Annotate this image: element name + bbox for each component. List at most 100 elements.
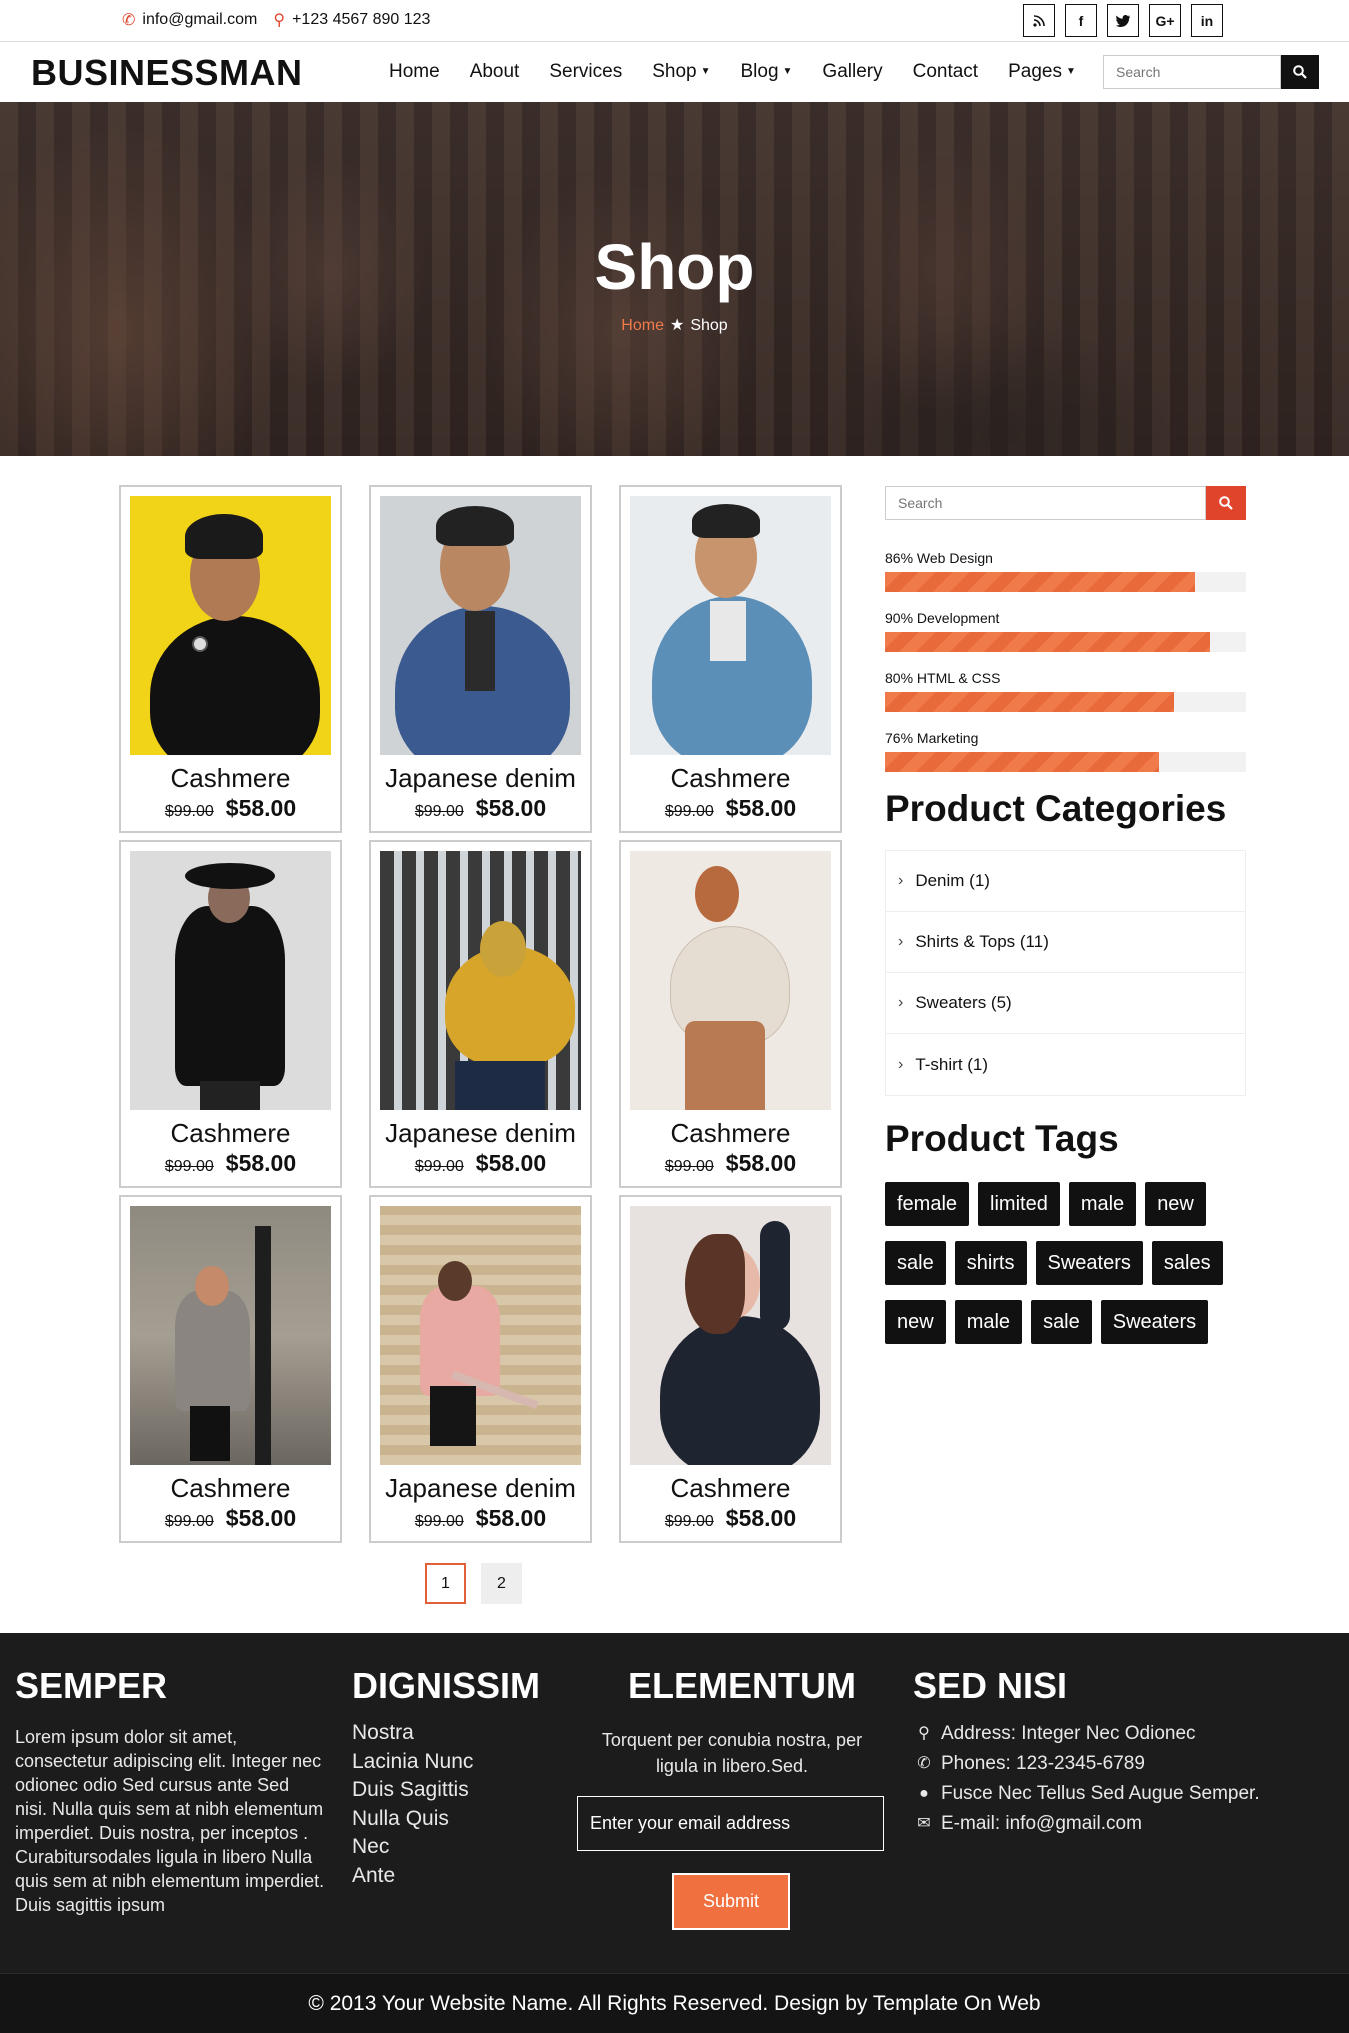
product-image[interactable] <box>380 496 581 755</box>
product-card[interactable]: Cashmere $99.00 $58.00 <box>119 1195 342 1543</box>
envelope-icon: ✉ <box>917 1815 931 1832</box>
product-prices: $99.00 $58.00 <box>121 1150 340 1177</box>
footer-email[interactable]: E-mail: info@gmail.com <box>941 1809 1142 1839</box>
header-search-button[interactable] <box>1281 55 1319 89</box>
tag-item[interactable]: Sweaters <box>1035 1241 1143 1285</box>
footer-link[interactable]: Lacinia Nunc <box>352 1748 473 1777</box>
tag-item[interactable]: sales <box>1151 1241 1223 1285</box>
product-image[interactable] <box>630 496 831 755</box>
product-name[interactable]: Cashmere <box>121 1473 340 1504</box>
footer-heading: SED NISI <box>913 1665 1068 1706</box>
topbar-phone[interactable]: +123 4567 890 123 <box>292 11 430 29</box>
nav-services[interactable]: Services <box>549 61 622 83</box>
header-search-input[interactable] <box>1103 55 1281 89</box>
caret-down-icon: ▼ <box>700 66 711 78</box>
breadcrumb-home[interactable]: Home <box>621 317 664 334</box>
twitter-icon[interactable] <box>1107 4 1139 37</box>
price: $58.00 <box>725 1505 797 1531</box>
skill-bar: 86% Web Design <box>885 550 1246 592</box>
tag-item[interactable]: limited <box>978 1182 1060 1226</box>
category-item[interactable]: › Shirts & Tops (11) <box>886 912 1245 973</box>
page-1[interactable]: 1 <box>425 1563 466 1604</box>
sidebar-search-button[interactable] <box>1206 486 1246 520</box>
newsletter-email-input[interactable] <box>577 1796 884 1851</box>
product-name[interactable]: Cashmere <box>621 1118 840 1149</box>
product-card[interactable]: Japanese denim $99.00 $58.00 <box>369 1195 592 1543</box>
footer-link[interactable]: Nostra <box>352 1719 473 1748</box>
linkedin-icon[interactable]: in <box>1191 4 1223 37</box>
nav-contact[interactable]: Contact <box>913 61 978 83</box>
product-name[interactable]: Cashmere <box>621 1473 840 1504</box>
product-card[interactable]: Cashmere $99.00 $58.00 <box>119 840 342 1188</box>
product-prices: $99.00 $58.00 <box>621 795 840 822</box>
tag-item[interactable]: sale <box>1031 1300 1092 1344</box>
footer-link[interactable]: Ante <box>352 1862 473 1891</box>
price: $58.00 <box>225 1150 297 1176</box>
newsletter-submit-button[interactable]: Submit <box>672 1873 790 1930</box>
product-name[interactable]: Cashmere <box>621 763 840 794</box>
product-card[interactable]: Cashmere $99.00 $58.00 <box>619 1195 842 1543</box>
tags-heading: Product Tags <box>885 1118 1119 1159</box>
product-card[interactable]: Japanese denim $99.00 $58.00 <box>369 485 592 833</box>
product-image[interactable] <box>380 851 581 1110</box>
product-image[interactable] <box>630 851 831 1110</box>
footer-person: Fusce Nec Tellus Sed Augue Semper. <box>941 1783 1260 1804</box>
main-nav: Home About Services Shop ▼ Blog ▼ Gallery … <box>389 61 1106 83</box>
product-prices: $99.00 $58.00 <box>121 795 340 822</box>
footer-link[interactable]: Nulla Quis <box>352 1805 473 1834</box>
product-name[interactable]: Cashmere <box>121 1118 340 1149</box>
footer-link[interactable]: Duis Sagittis <box>352 1776 473 1805</box>
footer-link[interactable]: Nec <box>352 1833 473 1862</box>
skill-fill <box>885 572 1196 592</box>
nav-pages[interactable]: Pages ▼ <box>1008 61 1076 83</box>
nav-gallery[interactable]: Gallery <box>822 61 882 83</box>
skill-bar: 90% Development <box>885 610 1246 652</box>
product-card[interactable]: Cashmere $99.00 $58.00 <box>619 840 842 1188</box>
tag-item[interactable]: female <box>885 1182 970 1226</box>
nav-about[interactable]: About <box>470 61 520 83</box>
topbar-email[interactable]: info@gmail.com <box>142 11 257 29</box>
site-logo[interactable]: BUSINESSMAN <box>31 52 303 94</box>
category-item[interactable]: › Denim (1) <box>886 851 1245 912</box>
footer-heading: DIGNISSIM <box>352 1665 541 1706</box>
header-search <box>1103 55 1319 89</box>
product-image[interactable] <box>130 851 331 1110</box>
category-item[interactable]: › Sweaters (5) <box>886 973 1245 1034</box>
product-image[interactable] <box>630 1206 831 1465</box>
caret-down-icon: ▼ <box>1065 66 1076 78</box>
footer-address: Address: Integer Nec Odionec <box>941 1723 1196 1744</box>
product-name[interactable]: Cashmere <box>121 763 340 794</box>
product-prices: $99.00 $58.00 <box>371 795 590 822</box>
product-card[interactable]: Japanese denim $99.00 $58.00 <box>369 840 592 1188</box>
price: $58.00 <box>475 1505 547 1531</box>
tag-item[interactable]: new <box>1145 1182 1206 1226</box>
tag-item[interactable]: male <box>1068 1182 1137 1226</box>
tag-item[interactable]: new <box>885 1300 946 1344</box>
product-card[interactable]: Cashmere $99.00 $58.00 <box>619 485 842 833</box>
product-name[interactable]: Japanese denim <box>371 1118 590 1149</box>
nav-shop[interactable]: Shop ▼ <box>652 61 710 83</box>
nav-blog[interactable]: Blog ▼ <box>740 61 792 83</box>
pagination: 1 2 <box>425 1563 537 1604</box>
nav-home[interactable]: Home <box>389 61 440 83</box>
product-image[interactable] <box>130 1206 331 1465</box>
tag-item[interactable]: shirts <box>954 1241 1027 1285</box>
product-image[interactable] <box>380 1206 581 1465</box>
sidebar-search-input[interactable] <box>885 486 1206 520</box>
page-2[interactable]: 2 <box>481 1563 522 1604</box>
product-card[interactable]: Cashmere $99.00 $58.00 <box>119 485 342 833</box>
social-links: f G+ in <box>1023 4 1233 37</box>
chevron-right-icon: › <box>898 872 904 889</box>
google-plus-icon[interactable]: G+ <box>1149 4 1181 37</box>
tag-item[interactable]: male <box>954 1300 1023 1344</box>
product-name[interactable]: Japanese denim <box>371 763 590 794</box>
tag-item[interactable]: sale <box>885 1241 946 1285</box>
tag-item[interactable]: Sweaters <box>1100 1300 1209 1344</box>
skill-label: 86% Web Design <box>885 550 993 566</box>
category-item[interactable]: › T-shirt (1) <box>886 1034 1245 1095</box>
product-name[interactable]: Japanese denim <box>371 1473 590 1504</box>
rss-icon[interactable] <box>1023 4 1055 37</box>
facebook-icon[interactable]: f <box>1065 4 1097 37</box>
product-image[interactable] <box>130 496 331 755</box>
skill-track <box>885 632 1246 652</box>
